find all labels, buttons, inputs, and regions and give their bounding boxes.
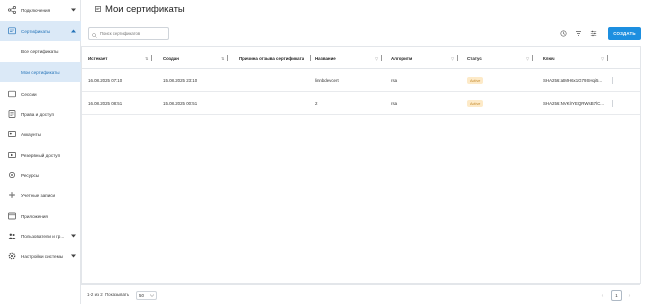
sidebar-item-label: Приложения — [21, 213, 48, 219]
search-input[interactable] — [100, 31, 165, 36]
cell-status: Active — [467, 92, 539, 115]
cell-algorithm: rsa — [391, 78, 398, 83]
cell-name: linnbdevcert — [315, 78, 339, 83]
sidebar-item-connections[interactable]: Подключения — [0, 0, 81, 20]
pagination-bar: 1-2 из 2 Показывать 50 ‹ 1 › — [81, 284, 640, 304]
sidebar-item-resources[interactable]: Ресурсы — [0, 165, 81, 185]
apps-icon — [8, 212, 16, 220]
page-header: Мои сертификаты СОЗДАТЬ — [81, 0, 650, 46]
sidebar-item-label: Ресурсы — [21, 172, 40, 178]
rows-per-page-select[interactable]: 50 — [136, 291, 157, 300]
history-icon[interactable] — [559, 29, 568, 38]
sidebar: Подключения Сертификаты Все сертификаты … — [0, 0, 81, 304]
cell-revocation-reason — [239, 92, 311, 115]
chevron-down-icon — [149, 293, 155, 298]
search-box[interactable] — [88, 27, 169, 40]
cell-key: SHA256:NVKlrYEQRWsB7lC... — [543, 101, 604, 106]
sidebar-subitem-all-certificates[interactable]: Все сертификаты — [0, 41, 81, 61]
records-icon — [8, 191, 16, 199]
status-badge: Active — [467, 100, 484, 107]
sidebar-subitem-label: Мои сертификаты — [21, 69, 60, 75]
filter-icon[interactable]: ▽ — [451, 55, 459, 61]
sidebar-item-label: Аккаунты — [21, 131, 41, 137]
sidebar-item-records[interactable]: Учетные записи — [0, 185, 81, 205]
create-button[interactable]: СОЗДАТЬ — [608, 27, 641, 40]
page-title-text: Мои сертификаты — [105, 4, 185, 15]
filter-icon[interactable]: ▽ — [601, 55, 609, 61]
certificate-icon — [8, 27, 16, 35]
cell-expires: 16.08.2025 08:51 — [88, 101, 123, 106]
chevron-down-icon — [70, 253, 76, 259]
column-header-algorithm[interactable]: Алгоритм ▽ — [391, 47, 463, 69]
column-header-expires[interactable]: Истекает ⇅ — [88, 47, 158, 69]
next-page-icon[interactable]: › — [624, 290, 635, 301]
data-grid: Истекает ⇅ Создан ⇅ Причина отзыва серти… — [81, 46, 641, 284]
filter-icon[interactable]: ▽ — [375, 55, 383, 61]
column-header-name[interactable]: Название ▽ — [315, 47, 385, 69]
gear-icon — [8, 252, 16, 260]
sidebar-item-label: Пользователи и гр... — [21, 233, 65, 239]
cell-expires: 16.08.2025 07:10 — [88, 78, 123, 83]
prev-page-icon[interactable]: ‹ — [597, 290, 608, 301]
table-row[interactable]: 16.08.2025 07:10 15.08.2025 23:10 linnbd… — [82, 69, 641, 92]
sort-icon[interactable]: ⇅ — [221, 55, 229, 61]
sidebar-item-rights[interactable]: Права и доступ — [0, 104, 81, 124]
cell-created: 15.08.2025 00:51 — [163, 101, 198, 106]
sidebar-item-apps[interactable]: Приложения — [0, 206, 81, 226]
sidebar-item-backup-access[interactable]: Резервный доступ — [0, 145, 81, 165]
table-row[interactable]: 16.08.2025 08:51 15.08.2025 00:51 2 rsa … — [82, 92, 641, 115]
rows-per-page-label: Показывать — [105, 292, 130, 297]
sidebar-item-label: Сертификаты — [21, 28, 51, 34]
cell-algorithm: rsa — [391, 101, 398, 106]
accounts-icon — [8, 130, 16, 138]
cell-revocation-reason — [239, 69, 311, 92]
sidebar-item-label: Сессии — [21, 91, 37, 97]
users-icon — [8, 232, 16, 240]
page-number[interactable]: 1 — [611, 290, 622, 301]
filter-icon[interactable] — [589, 29, 598, 38]
cell-created: 15.08.2025 23:10 — [163, 78, 198, 83]
chevron-down-icon — [70, 7, 76, 13]
column-header-revocation-reason[interactable]: Причина отзыва сертификата — [239, 47, 315, 69]
sidebar-item-users[interactable]: Пользователи и гр... — [0, 226, 81, 246]
column-separator — [612, 100, 613, 107]
certificate-icon — [95, 4, 102, 15]
sidebar-item-sessions[interactable]: Сессии — [0, 84, 81, 104]
backup-access-icon — [8, 151, 16, 159]
rights-icon — [8, 110, 16, 118]
sidebar-item-certificates[interactable]: Сертификаты — [0, 21, 81, 41]
grid-right-border — [640, 46, 641, 284]
sort-icon[interactable]: ⇅ — [145, 55, 153, 61]
share-icon — [8, 6, 16, 14]
column-header-created[interactable]: Создан ⇅ — [163, 47, 235, 69]
chevron-down-icon — [70, 233, 76, 239]
status-badge: Active — [467, 77, 484, 84]
column-header-status[interactable]: Статус ▽ — [467, 47, 537, 69]
sidebar-item-label: Учетные записи — [21, 192, 56, 198]
sidebar-item-label: Резервный доступ — [21, 152, 61, 158]
resources-icon — [8, 171, 16, 179]
cell-status: Active — [467, 69, 539, 92]
sidebar-item-label: Права и доступ — [21, 111, 54, 117]
filter-icon[interactable]: ▽ — [526, 55, 534, 61]
grid-header: Истекает ⇅ Создан ⇅ Причина отзыва серти… — [82, 47, 641, 69]
session-icon — [8, 90, 16, 98]
sidebar-item-settings[interactable]: Настройки системы — [0, 246, 81, 266]
columns-icon[interactable] — [574, 29, 583, 38]
cell-name: 2 — [315, 101, 318, 106]
cell-key: SHA256:atMH6x1G79SHqi5... — [543, 78, 603, 83]
sidebar-subitem-my-certificates[interactable]: Мои сертификаты — [0, 62, 81, 82]
page-title: Мои сертификаты — [95, 4, 185, 15]
search-icon — [92, 25, 97, 43]
column-separator[interactable] — [310, 55, 311, 61]
sidebar-item-label: Подключения — [21, 7, 51, 13]
pagination-range: 1-2 из 2 — [87, 292, 103, 297]
sidebar-item-accounts[interactable]: Аккаунты — [0, 124, 81, 144]
sidebar-subitem-label: Все сертификаты — [21, 48, 59, 54]
chevron-up-icon — [70, 28, 76, 34]
column-separator — [612, 77, 613, 84]
sidebar-item-label: Настройки системы — [21, 253, 64, 259]
column-header-key[interactable]: Ключ ▽ — [543, 47, 641, 69]
